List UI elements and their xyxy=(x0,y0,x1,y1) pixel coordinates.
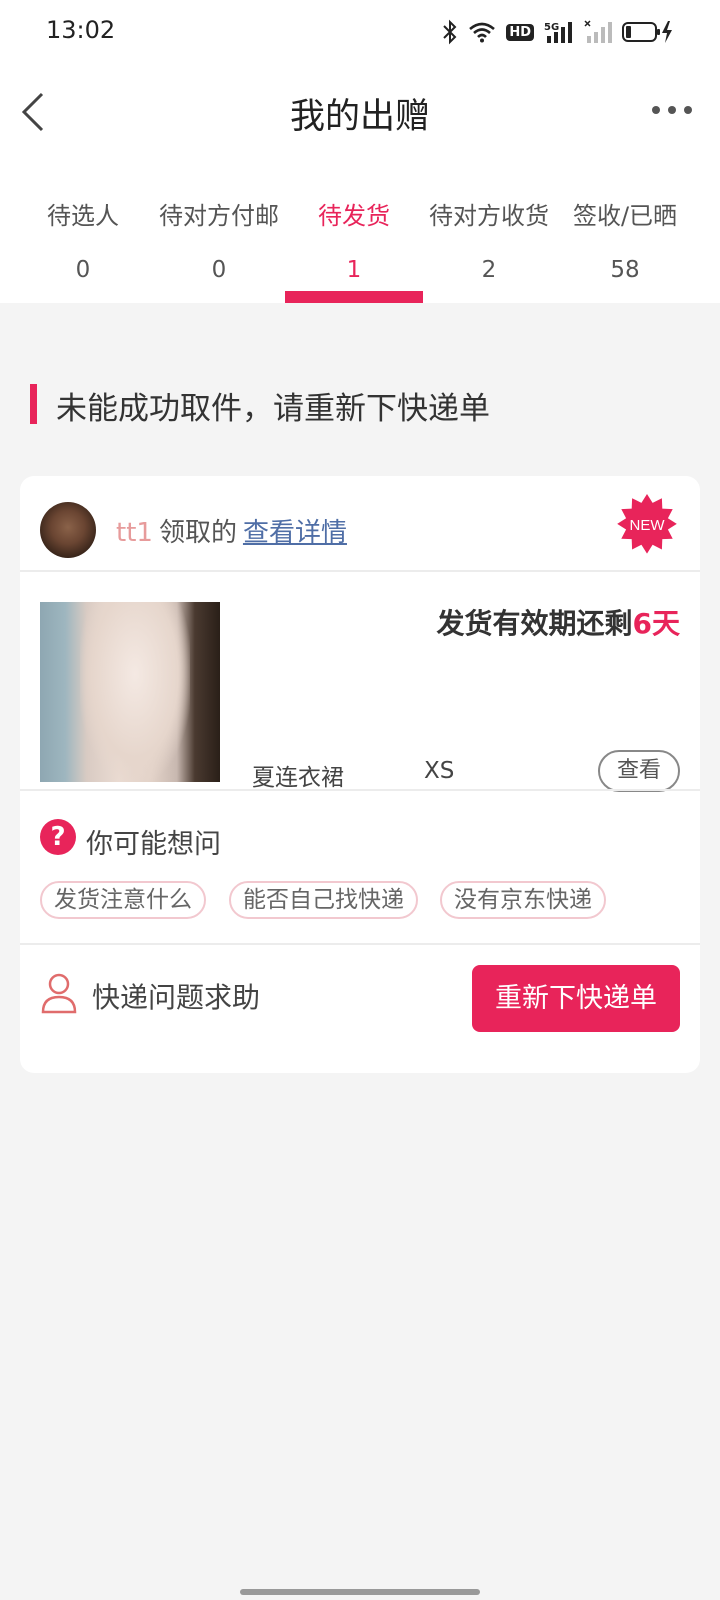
tab-count: 0 xyxy=(211,257,227,283)
network-label: 5G xyxy=(544,22,559,33)
tab-label: 待对方收货 xyxy=(429,202,549,230)
question-icon: ? xyxy=(40,819,76,855)
avatar[interactable] xyxy=(40,502,96,558)
ship-deadline-days: 6天 xyxy=(632,607,680,640)
claim-info: tt1 领取的 查看详情 xyxy=(116,512,347,549)
tab-count: 0 xyxy=(75,257,91,283)
home-indicator[interactable] xyxy=(240,1589,480,1595)
divider xyxy=(20,943,700,945)
tab-count: 1 xyxy=(346,257,362,283)
faq-title: 你可能想问 xyxy=(86,829,221,860)
divider xyxy=(20,789,700,791)
section-accent-bar xyxy=(30,384,37,424)
tab-label: 待选人 xyxy=(47,202,119,230)
view-button[interactable]: 查看 xyxy=(598,750,680,792)
faq-chip[interactable]: 没有京东快递 xyxy=(440,881,606,919)
wifi-icon xyxy=(469,22,496,43)
product-name: 夏连衣裙 xyxy=(252,765,344,791)
new-badge-label: NEW xyxy=(630,517,666,534)
hd-icon: HD xyxy=(506,23,534,41)
view-details-link[interactable]: 查看详情 xyxy=(243,518,347,548)
reorder-courier-button[interactable]: 重新下快递单 xyxy=(472,965,680,1032)
divider xyxy=(20,570,700,572)
status-time: 13:02 xyxy=(46,16,116,44)
tab-label: 待对方付邮 xyxy=(159,202,279,230)
tab-pending-receipt[interactable]: 待对方收货 2 xyxy=(420,190,558,303)
user-name[interactable]: tt1 xyxy=(116,518,153,548)
status-icons: HD 5G xyxy=(442,16,674,48)
active-tab-indicator xyxy=(285,291,423,303)
signal-5g-icon: 5G xyxy=(544,22,572,43)
tab-count: 2 xyxy=(481,257,497,283)
tab-pending-postage[interactable]: 待对方付邮 0 xyxy=(150,190,288,303)
ship-deadline-prefix: 发货有效期还剩 xyxy=(436,607,633,640)
signal-weak-icon xyxy=(584,20,612,43)
person-icon xyxy=(41,973,77,1014)
tab-pending-selection[interactable]: 待选人 0 xyxy=(14,190,152,303)
new-badge: NEW xyxy=(617,494,677,554)
bluetooth-icon xyxy=(443,19,457,45)
product-image[interactable] xyxy=(40,602,220,782)
courier-help-link[interactable]: 快递问题求助 xyxy=(92,976,260,1016)
product-size: XS xyxy=(424,758,455,784)
tab-pending-shipment[interactable]: 待发货 1 xyxy=(285,190,423,303)
faq-chip[interactable]: 发货注意什么 xyxy=(40,881,206,919)
claimed-text: 领取的 xyxy=(158,518,237,548)
faq-chip[interactable]: 能否自己找快递 xyxy=(229,881,418,919)
tab-label: 待发货 xyxy=(318,202,390,230)
page-title: 我的出赠 xyxy=(289,97,430,137)
tab-label: 签收/已晒 xyxy=(572,202,678,230)
battery-charging-icon xyxy=(622,21,672,43)
status-tabs: 待选人 0 待对方付邮 0 待发货 1 待对方收货 2 签收/已晒 58 xyxy=(14,190,706,303)
tab-count: 58 xyxy=(610,257,640,283)
donation-card: tt1 领取的 查看详情 NEW 发货有效期还剩6天 夏连衣裙 XS 查看 ? 你可… xyxy=(20,476,700,1073)
section-title: 未能成功取件，请重新下快递单 xyxy=(56,391,490,427)
more-icon[interactable] xyxy=(652,100,692,120)
ship-deadline: 发货有效期还剩6天 xyxy=(437,602,681,642)
tab-signed-shared[interactable]: 签收/已晒 58 xyxy=(556,190,694,303)
